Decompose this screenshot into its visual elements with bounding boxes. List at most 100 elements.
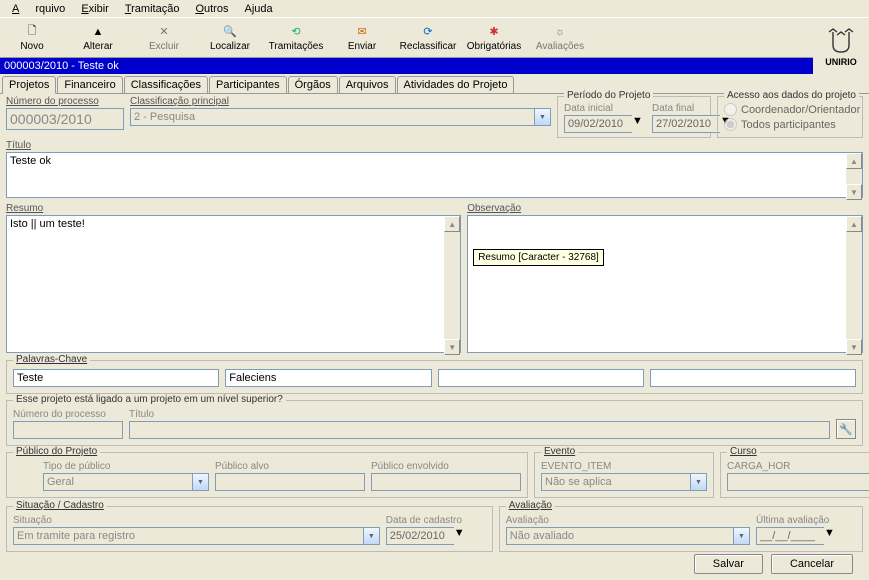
scroll-up-icon[interactable]: ▲ xyxy=(846,216,862,232)
numero-processo2-field xyxy=(13,421,123,439)
scroll-up-icon[interactable]: ▲ xyxy=(846,153,862,169)
palavra1-field[interactable] xyxy=(13,369,219,387)
dropdown-icon: ▼ xyxy=(454,527,470,545)
record-title: 000003/2010 - Teste ok xyxy=(4,60,119,72)
scroll-up-icon[interactable]: ▲ xyxy=(444,216,460,232)
situacao-select[interactable]: ▼ xyxy=(13,527,380,545)
record-title-bar: 000003/2010 - Teste ok xyxy=(0,58,869,74)
reclass-icon: ⟳ xyxy=(420,24,436,40)
palavra3-field[interactable] xyxy=(438,369,644,387)
avaliacao-group-title: Avaliação xyxy=(506,500,555,511)
tab-atividades[interactable]: Atividades do Projeto xyxy=(397,76,515,93)
avaliacao-select[interactable]: ▼ xyxy=(506,527,750,545)
tab-financeiro[interactable]: Financeiro xyxy=(57,76,122,93)
palavra4-field[interactable] xyxy=(650,369,856,387)
menu-exibir[interactable]: Exibir xyxy=(73,1,117,17)
menu-ajuda[interactable]: Ajuda xyxy=(236,1,280,17)
classificacao-select[interactable]: ▼ xyxy=(130,108,551,126)
superior-group-title: Esse projeto está ligado a um projeto em… xyxy=(13,394,286,405)
titulo2-label: Título xyxy=(129,409,830,420)
numero-processo-field xyxy=(6,108,124,130)
carga-hor-label: CARGA_HOR xyxy=(727,461,869,472)
observacao-field[interactable] xyxy=(467,215,863,353)
publico-envolvido-field xyxy=(371,473,521,491)
publico-alvo-field xyxy=(215,473,365,491)
cancelar-button[interactable]: Cancelar xyxy=(771,554,853,574)
required-icon: ✱ xyxy=(486,24,502,40)
dropdown-icon: ▼ xyxy=(363,527,380,545)
excluir-button: ✕ Excluir xyxy=(140,24,188,52)
search-icon: 🔍 xyxy=(222,24,238,40)
tipo-publico-label: Tipo de público xyxy=(43,461,209,472)
novo-button[interactable]: 🗋 Novo xyxy=(8,24,56,52)
resumo-field[interactable]: Isto || um teste! xyxy=(6,215,461,353)
alterar-button[interactable]: ▲ Alterar xyxy=(74,24,122,52)
situacao-group-title: Situação / Cadastro xyxy=(13,500,107,511)
localizar-button[interactable]: 🔍 Localizar xyxy=(206,24,254,52)
salvar-button[interactable]: Salvar xyxy=(694,554,763,574)
resumo-tooltip: Resumo [Caracter - 32768] xyxy=(473,249,604,266)
toolbar: 🗋 Novo ▲ Alterar ✕ Excluir 🔍 Localizar ⟲… xyxy=(0,18,869,58)
tipo-publico-select[interactable]: ▼ xyxy=(43,473,209,491)
tab-orgaos[interactable]: Órgãos xyxy=(288,76,338,93)
observacao-label: Observação xyxy=(467,203,863,214)
tab-participantes[interactable]: Participantes xyxy=(209,76,287,93)
tab-arquivos[interactable]: Arquivos xyxy=(339,76,396,93)
scroll-down-icon[interactable]: ▼ xyxy=(846,339,862,355)
palavras-group-title: Palavras-Chave xyxy=(13,354,90,365)
unirio-logo-icon xyxy=(823,27,859,57)
avaliacao-label: Avaliação xyxy=(506,515,750,526)
tab-projetos[interactable]: Projetos xyxy=(2,76,56,94)
reclassificar-button[interactable]: ⟳ Reclassificar xyxy=(404,24,452,52)
avaliacoes-button: ☼ Avaliações xyxy=(536,24,584,52)
publico-envolvido-label: Público envolvido xyxy=(371,461,521,472)
dropdown-icon: ▼ xyxy=(690,473,707,491)
refresh-icon: ⟲ xyxy=(288,24,304,40)
data-cadastro-field[interactable]: ▼ xyxy=(386,527,486,545)
titulo-field-wrap: Teste ok ▲▼ xyxy=(6,152,863,201)
menu-arquivo[interactable]: Arquivo xyxy=(4,1,73,17)
palavra2-field[interactable] xyxy=(225,369,431,387)
radio-todos: Todos participantes xyxy=(724,118,856,131)
evento-group-title: Evento xyxy=(541,446,578,457)
scroll-down-icon[interactable]: ▼ xyxy=(444,339,460,355)
tramitacoes-button[interactable]: ⟲ Tramitações xyxy=(272,24,320,52)
scroll-down-icon[interactable]: ▼ xyxy=(846,184,862,200)
titulo2-field xyxy=(129,421,830,439)
radio-coordenador: Coordenador/Orientador xyxy=(724,103,856,116)
footer-buttons: Salvar Cancelar xyxy=(694,554,853,574)
curso-group-title: Curso xyxy=(727,446,760,457)
data-inicial-field[interactable]: ▼ xyxy=(564,115,648,133)
numero-processo2-label: Número do processo xyxy=(13,409,123,420)
enviar-button[interactable]: ✉ Enviar xyxy=(338,24,386,52)
titulo-label: Título xyxy=(6,140,863,151)
tab-classificacoes[interactable]: Classificações xyxy=(124,76,208,93)
logo: UNIRIO xyxy=(813,18,869,76)
titulo-field[interactable]: Teste ok xyxy=(6,152,863,198)
dropdown-icon: ▼ xyxy=(534,108,551,126)
dropdown-icon: ▼ xyxy=(824,527,840,545)
evento-item-label: EVENTO_ITEM xyxy=(541,461,707,472)
numero-processo-label: Número do processo xyxy=(6,96,124,107)
scrollbar[interactable]: ▲▼ xyxy=(846,216,862,355)
evento-item-select[interactable]: ▼ xyxy=(541,473,707,491)
eval-icon: ☼ xyxy=(552,24,568,40)
dropdown-icon: ▼ xyxy=(733,527,750,545)
classificacao-label: Classificação principal xyxy=(130,96,551,107)
edit-icon: ▲ xyxy=(90,24,106,40)
scrollbar[interactable]: ▲▼ xyxy=(444,216,460,355)
form-area: Número do processo Classificação princip… xyxy=(0,94,869,556)
publico-group-title: Público do Projeto xyxy=(13,446,100,457)
menu-outros[interactable]: Outros xyxy=(187,1,236,17)
data-cadastro-label: Data de cadastro xyxy=(386,515,486,526)
scrollbar[interactable]: ▲▼ xyxy=(846,153,862,200)
new-icon: 🗋 xyxy=(24,24,40,40)
ultima-avaliacao-label: Última avaliação xyxy=(756,515,856,526)
carga-hor-field xyxy=(727,473,869,491)
lookup-button[interactable]: 🔧 xyxy=(836,419,856,439)
dropdown-icon: ▼ xyxy=(192,473,209,491)
menu-tramitacao[interactable]: Tramitação xyxy=(117,1,188,17)
ultima-avaliacao-field[interactable]: ▼ xyxy=(756,527,856,545)
send-icon: ✉ xyxy=(354,24,370,40)
obrigatorias-button[interactable]: ✱ Obrigatórias xyxy=(470,24,518,52)
